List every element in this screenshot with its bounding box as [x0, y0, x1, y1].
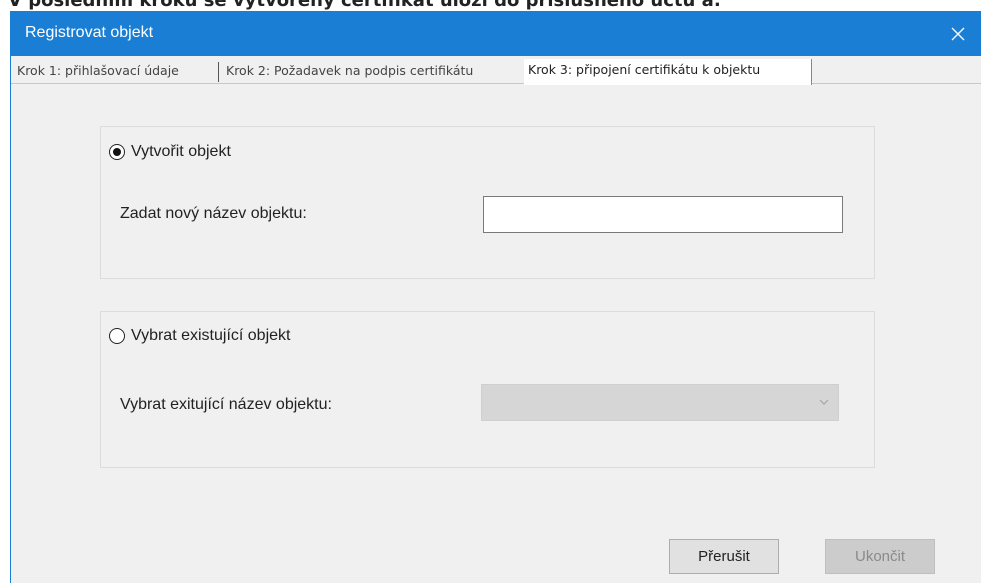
- chevron-down-icon: [819, 399, 829, 405]
- tab-strip: Krok 1: přihlašovací údaje Krok 2: Požad…: [11, 56, 981, 85]
- finish-button[interactable]: Ukončit: [825, 539, 935, 574]
- create-object-label: Vytvořit objekt: [131, 143, 231, 160]
- radio-dot: [113, 148, 121, 156]
- new-object-name-label: Zadat nový název objektu:: [120, 205, 307, 222]
- tab-content: Vytvořit objekt Zadat nový název objektu…: [11, 84, 981, 583]
- create-object-radio[interactable]: Vytvořit objekt: [109, 142, 231, 162]
- select-object-label: Vybrat existující objekt: [131, 327, 291, 344]
- existing-object-name-label: Vybrat exitující název objektu:: [120, 396, 332, 413]
- tab-separator: [218, 62, 219, 82]
- close-icon: [951, 27, 965, 40]
- new-object-name-input[interactable]: [483, 196, 843, 233]
- cancel-button[interactable]: Přerušit: [669, 539, 779, 574]
- register-object-dialog: Registrovat objekt Krok 1: přihlašovací …: [10, 11, 981, 583]
- document-caption: V posledním kroku se vytvořený certifiká…: [8, 0, 721, 10]
- select-object-radio[interactable]: Vybrat existující objekt: [109, 326, 290, 346]
- close-button[interactable]: [935, 11, 981, 56]
- window-title: Registrovat objekt: [25, 24, 154, 41]
- title-bar: Registrovat objekt: [11, 11, 981, 56]
- tab-step-3[interactable]: Krok 3: připojení certifikátu k objektu: [524, 59, 812, 85]
- tab-step-2[interactable]: Krok 2: Požadavek na podpis certifikátu: [222, 60, 522, 84]
- radio-button-unselected[interactable]: [109, 328, 125, 344]
- radio-button-selected[interactable]: [109, 144, 125, 160]
- create-object-group: Vytvořit objekt Zadat nový název objektu…: [100, 126, 875, 279]
- existing-object-select[interactable]: [481, 384, 839, 421]
- tab-step-1[interactable]: Krok 1: přihlašovací údaje: [13, 60, 216, 84]
- select-object-group: Vybrat existující objekt Vybrat exitujíc…: [100, 311, 875, 468]
